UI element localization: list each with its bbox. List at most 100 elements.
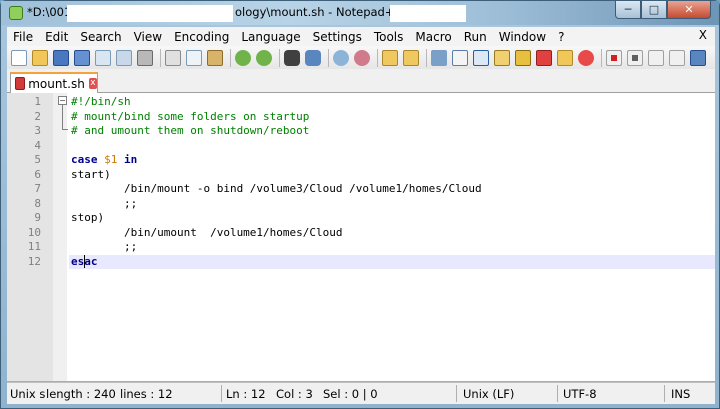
show-all-chars-icon[interactable] bbox=[452, 49, 468, 66]
tab-label: mount.sh bbox=[28, 76, 85, 91]
toolbar-separator bbox=[377, 48, 378, 67]
menu-run[interactable]: Run bbox=[458, 30, 493, 44]
new-file-icon[interactable] bbox=[11, 49, 27, 66]
tab-bar: mount.sh x bbox=[7, 69, 715, 93]
code-line[interactable]: ;; bbox=[69, 197, 137, 212]
word-wrap-icon[interactable] bbox=[431, 49, 447, 66]
redacted-title-segment bbox=[390, 5, 466, 22]
fold-margin[interactable] bbox=[53, 93, 67, 381]
zoom-in-icon[interactable] bbox=[333, 49, 349, 66]
toolbar-separator bbox=[426, 48, 427, 67]
menu-tools[interactable]: Tools bbox=[368, 30, 410, 44]
notepad-window: *D:\001 ology\mount.sh - Notepad++ ─ □ ✕… bbox=[0, 0, 720, 409]
status-bar: Unix s length : 240 lines : 12 Ln : 12 C… bbox=[7, 382, 715, 404]
replace-icon[interactable] bbox=[305, 49, 321, 66]
code-line[interactable]: ;; bbox=[69, 240, 137, 255]
status-eol[interactable]: Unix (LF) bbox=[463, 387, 514, 401]
copy-icon[interactable] bbox=[186, 49, 202, 66]
menu-encoding[interactable]: Encoding bbox=[168, 30, 235, 44]
tab-close-icon[interactable]: x bbox=[88, 78, 97, 89]
status-insert-mode[interactable]: INS bbox=[671, 387, 690, 401]
code-line[interactable]: # and umount them on shutdown/reboot bbox=[69, 124, 309, 139]
status-separator bbox=[557, 385, 558, 402]
cut-icon[interactable] bbox=[165, 49, 181, 66]
menu-search[interactable]: Search bbox=[74, 30, 127, 44]
user-defined-lang-icon[interactable] bbox=[494, 49, 510, 66]
code-line[interactable]: stop) bbox=[69, 211, 104, 226]
status-encoding[interactable]: UTF-8 bbox=[563, 387, 597, 401]
code-line[interactable]: start) bbox=[69, 168, 111, 183]
editor[interactable]: 1 2 3 4 5 6 7 8 9 10 11 12 − #!/bin/sh # mount/bind … bbox=[7, 93, 715, 381]
open-file-icon[interactable] bbox=[32, 49, 48, 66]
save-icon[interactable] bbox=[53, 49, 69, 66]
current-code-line[interactable]: esac bbox=[69, 254, 715, 269]
sync-vertical-icon[interactable] bbox=[382, 49, 398, 66]
stop-record-icon[interactable] bbox=[627, 49, 643, 66]
code-line[interactable]: /bin/umount /volume1/homes/Cloud bbox=[69, 226, 343, 241]
status-line-number: Ln : 12 bbox=[226, 387, 266, 401]
menu-bar: File Edit Search View Encoding Language … bbox=[7, 27, 715, 46]
maximize-button[interactable]: □ bbox=[641, 1, 667, 19]
menu-file[interactable]: File bbox=[7, 30, 39, 44]
menu-help[interactable]: ? bbox=[552, 30, 570, 44]
status-lines: lines : 12 bbox=[120, 387, 173, 401]
window-title-prefix: *D:\001 bbox=[27, 5, 72, 19]
close-document-button[interactable]: X bbox=[699, 28, 707, 42]
menu-language[interactable]: Language bbox=[235, 30, 306, 44]
folder-as-workspace-icon[interactable] bbox=[557, 49, 573, 66]
code-token: es bbox=[71, 254, 85, 268]
code-token: ac bbox=[84, 254, 98, 268]
code-line[interactable]: /bin/mount -o bind /volume3/Cloud /volum… bbox=[69, 182, 482, 197]
menu-view[interactable]: View bbox=[128, 30, 168, 44]
code-token: $1 bbox=[104, 153, 118, 166]
record-macro-icon[interactable] bbox=[606, 49, 622, 66]
menu-edit[interactable]: Edit bbox=[39, 30, 74, 44]
status-separator bbox=[664, 385, 665, 402]
code-line[interactable]: case $1 in bbox=[69, 153, 137, 168]
code-line[interactable]: # mount/bind some folders on startup bbox=[69, 110, 309, 125]
save-macro-icon[interactable] bbox=[690, 49, 706, 66]
monitoring-icon[interactable] bbox=[578, 49, 594, 66]
save-all-icon[interactable] bbox=[74, 49, 90, 66]
menu-settings[interactable]: Settings bbox=[307, 30, 368, 44]
line-number: 5 bbox=[34, 153, 41, 166]
code-token: # mount/bind some folders on startup bbox=[71, 109, 310, 123]
print-icon[interactable] bbox=[137, 49, 153, 66]
code-area[interactable]: #!/bin/sh # mount/bind some folders on st… bbox=[69, 93, 715, 381]
tab-mount-sh[interactable]: mount.sh x bbox=[10, 72, 98, 93]
code-token: ;; bbox=[71, 196, 138, 210]
line-number: 6 bbox=[34, 167, 41, 181]
indent-guide-icon[interactable] bbox=[473, 49, 489, 66]
line-number: 9 bbox=[34, 211, 41, 224]
fold-toggle-icon[interactable]: − bbox=[58, 96, 67, 105]
close-window-button[interactable]: ✕ bbox=[667, 1, 711, 19]
code-token: case bbox=[71, 153, 105, 166]
doc-map-icon[interactable] bbox=[515, 49, 531, 66]
window-controls: ─ □ ✕ bbox=[615, 1, 711, 20]
code-line[interactable]: #!/bin/sh bbox=[69, 95, 131, 110]
menu-macro[interactable]: Macro bbox=[409, 30, 457, 44]
close-all-icon[interactable] bbox=[116, 49, 132, 66]
paste-icon[interactable] bbox=[207, 49, 223, 66]
sync-horizontal-icon[interactable] bbox=[403, 49, 419, 66]
toolbar bbox=[7, 46, 715, 69]
status-column: Col : 3 bbox=[276, 387, 313, 401]
function-list-icon[interactable] bbox=[536, 49, 552, 66]
play-multiple-icon[interactable] bbox=[669, 49, 685, 66]
minimize-button[interactable]: ─ bbox=[615, 1, 641, 19]
redo-icon[interactable] bbox=[256, 49, 272, 66]
undo-icon[interactable] bbox=[235, 49, 251, 66]
unsaved-file-icon bbox=[15, 77, 26, 90]
code-token: stop) bbox=[71, 211, 105, 224]
code-line[interactable] bbox=[69, 139, 71, 154]
zoom-out-icon[interactable] bbox=[354, 49, 370, 66]
find-icon[interactable] bbox=[284, 49, 300, 66]
toolbar-separator bbox=[160, 48, 161, 67]
menu-window[interactable]: Window bbox=[493, 30, 552, 44]
code-token: #!/bin/sh bbox=[71, 95, 131, 108]
line-number: 10 bbox=[27, 225, 41, 239]
close-icon[interactable] bbox=[95, 49, 111, 66]
play-macro-icon[interactable] bbox=[648, 49, 664, 66]
title-bar[interactable]: *D:\001 ology\mount.sh - Notepad++ ─ □ ✕ bbox=[1, 1, 719, 25]
line-number: 12 bbox=[27, 254, 41, 268]
